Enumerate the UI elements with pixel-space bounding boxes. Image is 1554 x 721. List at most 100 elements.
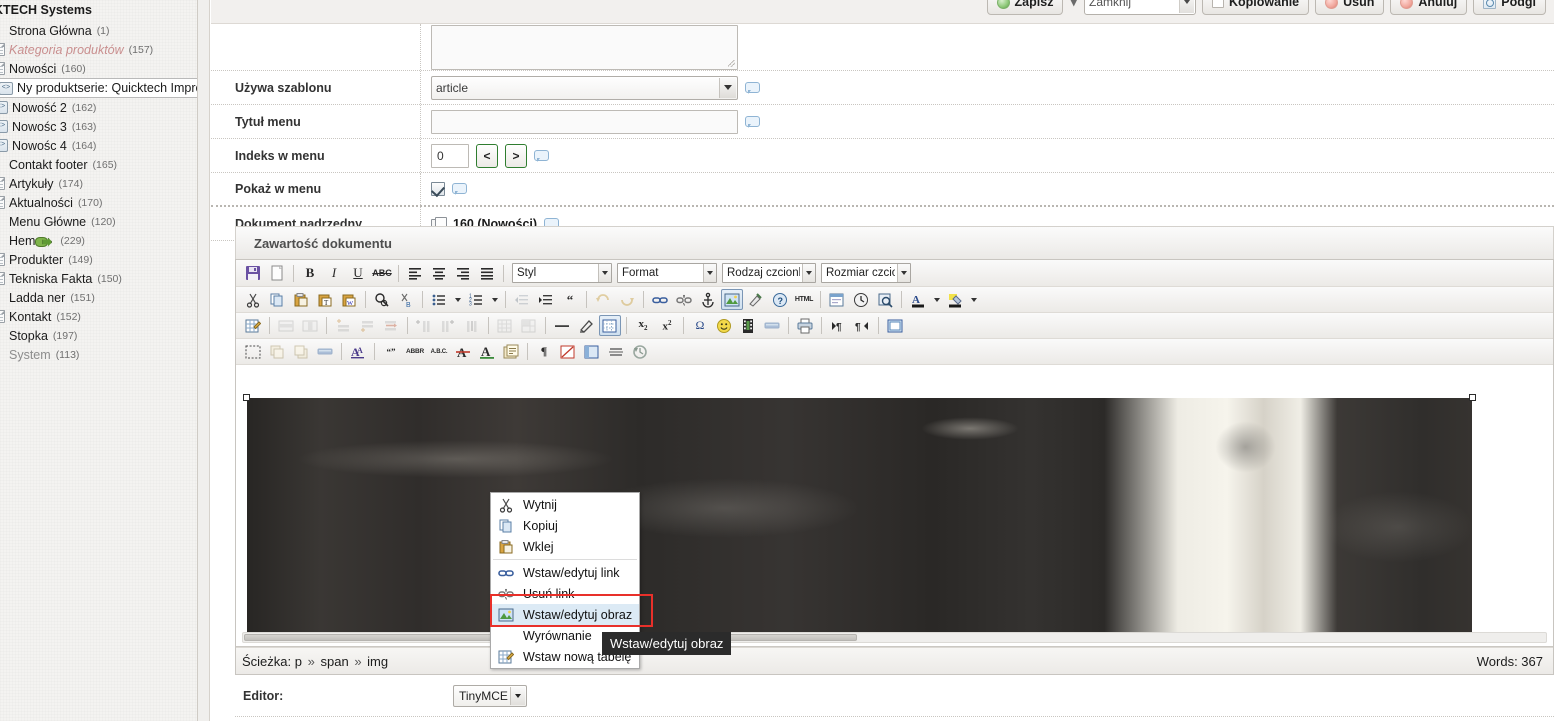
tree-item-5[interactable]: <> Nowośc 3 (163): [0, 117, 197, 136]
chevron-down-icon[interactable]: [598, 264, 611, 282]
sidebar-scrollbar[interactable]: [198, 0, 210, 721]
tree-item-3[interactable]: <> Ny produktserie: Quicktech Impre: [0, 78, 197, 98]
font-size-select[interactable]: Rozmiar czcior: [821, 263, 911, 283]
tree-item-7[interactable]: Contakt footer (165): [0, 155, 197, 174]
text-color-icon[interactable]: A: [907, 289, 929, 310]
media-icon[interactable]: [737, 315, 759, 336]
numbered-list-icon[interactable]: 123: [465, 289, 487, 310]
tree-item-10[interactable]: Menu Główne (120): [0, 212, 197, 231]
html-icon[interactable]: HTML: [793, 289, 815, 310]
copy-button[interactable]: Kopiowanie: [1201, 0, 1310, 15]
format-select[interactable]: Format: [617, 263, 717, 283]
context-menu-item-6[interactable]: Wstaw/edytuj obraz: [491, 604, 639, 625]
context-menu-item-1[interactable]: Kopiuj: [491, 515, 639, 536]
paste-text-icon[interactable]: T: [314, 289, 336, 310]
cut-icon[interactable]: [242, 289, 264, 310]
indent-icon[interactable]: [535, 289, 557, 310]
tree-item-12[interactable]: Produkter (149): [0, 250, 197, 269]
cleanup-icon[interactable]: [745, 289, 767, 310]
resize-handle-top-left[interactable]: [243, 394, 250, 401]
tree-item-17[interactable]: System (113): [0, 345, 197, 364]
nonbreaking-icon[interactable]: [557, 341, 579, 362]
paste-word-icon[interactable]: W: [338, 289, 360, 310]
tree-item-4[interactable]: <> Nowość 2 (162): [0, 98, 197, 117]
path-part-2[interactable]: img: [367, 654, 388, 669]
bullet-list-icon[interactable]: [428, 289, 450, 310]
show-in-menu-checkbox[interactable]: [431, 182, 445, 196]
print-icon[interactable]: [794, 315, 816, 336]
context-menu-item-2[interactable]: Wklej: [491, 536, 639, 557]
acronym-icon[interactable]: A.B.C.: [428, 341, 450, 362]
tree-item-11[interactable]: Hem (229): [0, 231, 197, 250]
context-menu-item-0[interactable]: Wytnij: [491, 494, 639, 515]
close-action-select[interactable]: Zamknij: [1083, 0, 1196, 15]
visual-aid-icon[interactable]: [599, 315, 621, 336]
tree-item-1[interactable]: Kategoria produktów (157): [0, 40, 197, 59]
insert-link-icon[interactable]: [649, 289, 671, 310]
pagebreak-icon[interactable]: [581, 341, 603, 362]
tree-item-9[interactable]: Aktualności (170): [0, 193, 197, 212]
italic-icon[interactable]: I: [323, 263, 345, 284]
menu-index-prev-button[interactable]: <: [476, 143, 498, 168]
subscript-icon[interactable]: x2: [632, 315, 654, 336]
align-center-icon[interactable]: [428, 263, 450, 284]
save-icon[interactable]: [242, 263, 264, 284]
path-part-1[interactable]: span: [320, 654, 348, 669]
paste-icon[interactable]: [290, 289, 312, 310]
help-icon[interactable]: ?: [769, 289, 791, 310]
replace-icon[interactable]: B: [395, 289, 417, 310]
help-bubble-icon[interactable]: [452, 183, 467, 195]
search-icon[interactable]: [371, 289, 393, 310]
show-blocks-icon[interactable]: ¶: [533, 341, 555, 362]
align-right-icon[interactable]: [452, 263, 474, 284]
resize-handle-top-right[interactable]: [1469, 394, 1476, 401]
rtl-icon[interactable]: ¶: [851, 315, 873, 336]
tree-item-0[interactable]: Strona Główna (1): [0, 21, 197, 40]
citation-icon[interactable]: “”: [380, 341, 402, 362]
abbr-icon[interactable]: ABBR: [404, 341, 426, 362]
caret-down-icon[interactable]: [452, 289, 463, 310]
menu-title-input[interactable]: [431, 109, 738, 134]
tree-item-15[interactable]: Kontakt (152): [0, 307, 197, 326]
cancel-button[interactable]: Anuluj: [1390, 0, 1468, 15]
context-menu-item-4[interactable]: Wstaw/edytuj link: [491, 562, 639, 583]
editor-content-area[interactable]: [236, 365, 1553, 647]
remove-format-icon[interactable]: [575, 315, 597, 336]
chevron-down-icon[interactable]: [719, 77, 736, 98]
template-select[interactable]: article: [431, 75, 738, 100]
ltr-icon[interactable]: ¶: [827, 315, 849, 336]
horizontal-rule-icon[interactable]: [551, 315, 573, 336]
align-justify-icon[interactable]: [476, 263, 498, 284]
context-menu-item-5[interactable]: Usuń link: [491, 583, 639, 604]
style-props-icon[interactable]: AA: [347, 341, 369, 362]
tree-item-13[interactable]: Tekniska Fakta (150): [0, 269, 197, 288]
menu-index-input[interactable]: 0: [431, 143, 469, 168]
select-all-icon[interactable]: [242, 341, 264, 362]
bold-icon[interactable]: B: [299, 263, 321, 284]
chevron-down-icon[interactable]: [897, 264, 910, 282]
selected-image[interactable]: [243, 394, 1476, 632]
tree-item-2[interactable]: Nowości (160): [0, 59, 197, 78]
preview-button[interactable]: Podgl: [1473, 0, 1546, 15]
help-bubble-icon[interactable]: [745, 115, 760, 128]
fullscreen-icon[interactable]: [884, 315, 906, 336]
special-char-icon[interactable]: Ω: [689, 315, 711, 336]
style-select[interactable]: Styl: [512, 263, 612, 283]
copy-icon[interactable]: [266, 289, 288, 310]
chevron-down-icon[interactable]: [703, 264, 716, 282]
caret-down-icon[interactable]: [489, 289, 500, 310]
superscript-icon[interactable]: x2: [656, 315, 678, 336]
delete-button[interactable]: Usuń: [1315, 0, 1385, 15]
preview-icon[interactable]: [874, 289, 896, 310]
chevron-down-icon[interactable]: [802, 264, 815, 282]
underline-icon[interactable]: U: [347, 263, 369, 284]
insert-text-icon[interactable]: A: [476, 341, 498, 362]
help-bubble-icon[interactable]: [745, 81, 760, 94]
attributes-icon[interactable]: [500, 341, 522, 362]
delete-text-icon[interactable]: A: [452, 341, 474, 362]
split-caret-icon[interactable]: ▾: [1069, 0, 1078, 10]
editor-selector-select[interactable]: TinyMCE: [453, 684, 527, 707]
font-family-select[interactable]: Rodzaj czcionk: [722, 263, 816, 283]
blockquote-icon[interactable]: “: [559, 289, 581, 310]
caret-down-icon[interactable]: [931, 289, 942, 310]
